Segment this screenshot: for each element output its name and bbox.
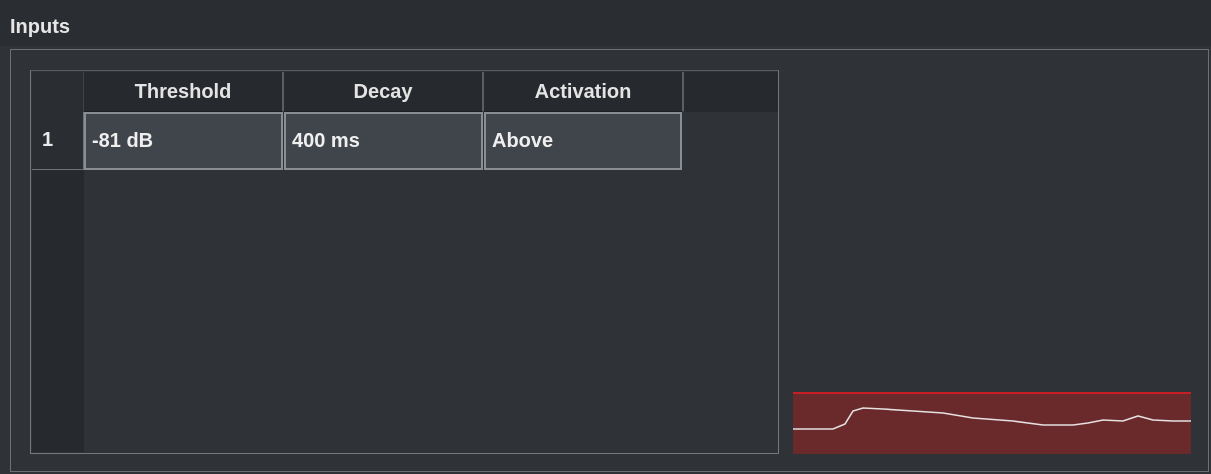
panel-title: Inputs: [10, 16, 70, 38]
activation-cell[interactable]: Above: [484, 112, 682, 170]
column-header-filler: [684, 72, 778, 112]
threshold-cell[interactable]: -81 dB: [84, 112, 283, 170]
level-meter: [793, 392, 1191, 454]
column-header-activation[interactable]: Activation: [484, 72, 684, 112]
decay-cell[interactable]: 400 ms: [284, 112, 483, 170]
inputs-panel: Inputs Threshold Decay Activation 1 -81 …: [0, 0, 1211, 474]
column-header-decay[interactable]: Decay: [284, 72, 484, 112]
column-header-threshold[interactable]: Threshold: [84, 72, 284, 112]
table-corner: [32, 72, 84, 112]
level-meter-trace: [793, 407, 1191, 430]
panel-header: Inputs: [0, 0, 1211, 46]
row-header-1[interactable]: 1: [32, 112, 84, 170]
